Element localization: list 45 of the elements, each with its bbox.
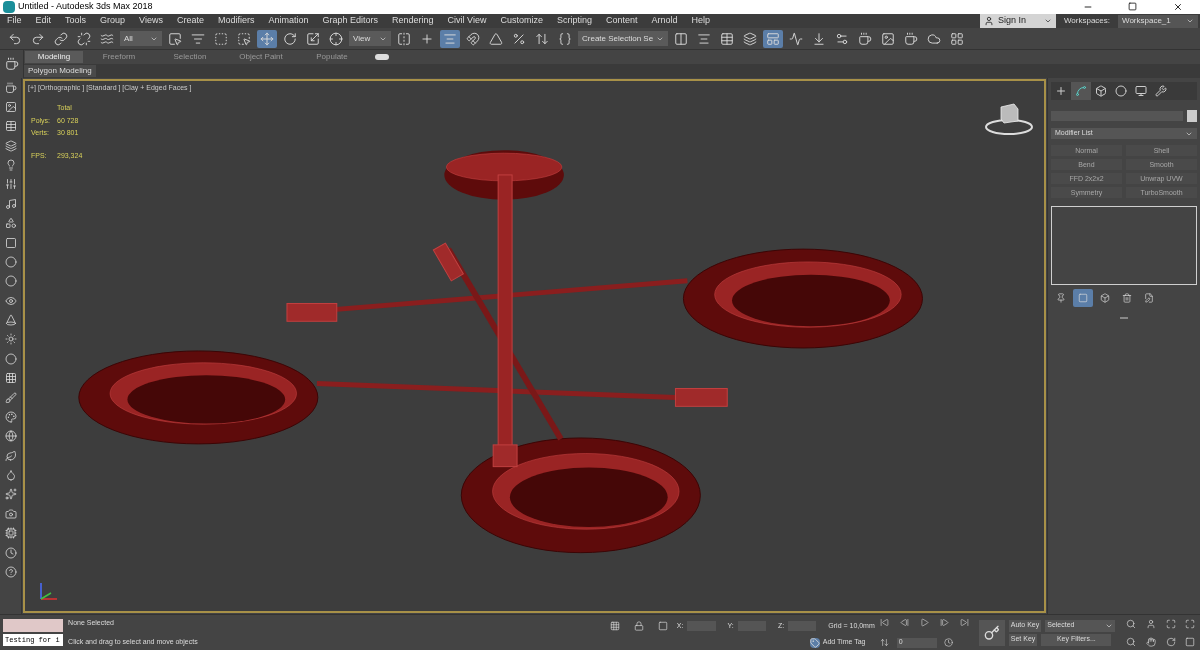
listener-output-field[interactable]	[3, 619, 64, 632]
tag-icon	[809, 637, 820, 648]
modifier-stack[interactable]	[1051, 206, 1197, 285]
window-title: Untitled - Autodesk 3ds Max 2018	[18, 0, 153, 14]
dropdown-caret-icon	[1043, 17, 1052, 25]
menu-item[interactable]: Create	[169, 14, 211, 28]
ribbon-tab[interactable]: Populate	[297, 51, 367, 63]
menu-item[interactable]: Content	[598, 14, 645, 28]
reference-coordinate-dropdown[interactable]: View	[349, 31, 391, 46]
menu-item[interactable]: Scripting	[549, 14, 599, 28]
menu-item[interactable]: Animation	[261, 14, 316, 28]
menu-item[interactable]: Edit	[28, 14, 59, 28]
set-key-icon[interactable]	[979, 619, 1005, 646]
menu-item[interactable]: Tools	[58, 14, 94, 28]
ribbon-tab[interactable]: Selection	[155, 51, 225, 63]
menu-item[interactable]: Modifiers	[210, 14, 262, 28]
menu-item[interactable]: Arnold	[644, 14, 685, 28]
object-color-swatch[interactable]	[1187, 110, 1197, 122]
ribbon-panel-label[interactable]: Polygon Modeling	[24, 65, 96, 77]
menu-item[interactable]: Graph Editors	[315, 14, 385, 28]
menu-item[interactable]: Customize	[493, 14, 550, 28]
menu-item[interactable]: Civil View	[440, 14, 494, 28]
curve-icon[interactable]	[1071, 82, 1091, 100]
move-icon[interactable]	[257, 29, 277, 48]
dropdown-caret-icon	[1186, 17, 1194, 25]
menu-item[interactable]: Views	[132, 14, 170, 28]
ribbon-options-icon[interactable]	[375, 54, 389, 60]
ribbon-toggle-icon[interactable]	[763, 29, 783, 48]
menu-item[interactable]: Group	[93, 14, 133, 28]
menu-item[interactable]: File	[0, 14, 29, 28]
menu-item[interactable]: Help	[684, 14, 717, 28]
sign-in-button[interactable]: Sign In	[979, 14, 1056, 28]
workspaces-dropdown[interactable]: Workspace_1	[1118, 14, 1198, 28]
workspaces-label: Workspaces:	[1062, 15, 1111, 27]
app-logo-icon	[3, 1, 15, 13]
viewcube-icon[interactable]	[984, 101, 1034, 136]
ribbon-tab[interactable]: Modeling	[25, 51, 83, 63]
menu-item[interactable]: Rendering	[385, 14, 441, 28]
selection-filter-dropdown[interactable]: All	[120, 31, 162, 46]
named-selection-dropdown[interactable]: Create Selection Se	[578, 31, 668, 46]
link-icon[interactable]	[51, 29, 71, 48]
user-icon	[983, 16, 994, 26]
unlink-icon[interactable]	[74, 29, 94, 48]
ribbon-tab[interactable]: Freeform	[84, 51, 154, 63]
ribbon-tab[interactable]: Object Paint	[226, 51, 296, 63]
